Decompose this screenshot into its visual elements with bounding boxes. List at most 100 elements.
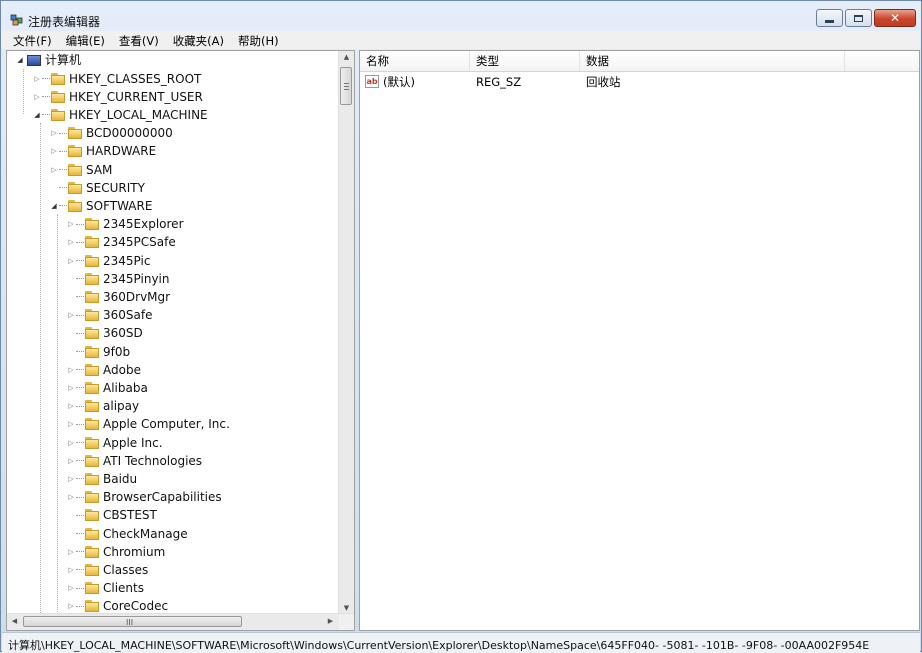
tree-item[interactable]: 2345Pinyin (66, 270, 170, 288)
tree-item[interactable]: ▷ Alibaba (66, 379, 148, 397)
tree-item[interactable]: ▷ 360Safe (66, 306, 152, 324)
collapse-icon[interactable]: ◢ (32, 106, 42, 124)
folder-icon (51, 108, 65, 121)
tree-item[interactable]: ▷ Clients (66, 579, 144, 597)
expand-icon[interactable]: ▷ (66, 488, 76, 506)
tree-item[interactable]: SECURITY (49, 179, 145, 197)
expand-icon[interactable]: ▷ (49, 142, 59, 160)
folder-icon (68, 145, 82, 158)
expand-icon[interactable]: ▷ (66, 597, 76, 614)
tree-connector (76, 605, 84, 607)
menu-view[interactable]: 查看(V) (117, 31, 165, 49)
expand-icon[interactable]: ▷ (66, 415, 76, 433)
tree-item-label: alipay (103, 399, 140, 414)
menu-help[interactable]: 帮助(H) (236, 31, 285, 49)
expand-icon[interactable]: ▷ (66, 215, 76, 233)
expand-icon[interactable]: ▷ (66, 361, 76, 379)
expand-icon[interactable]: ▷ (32, 88, 42, 106)
tree-item-computer[interactable]: ◢ 计算机 (15, 51, 81, 69)
tree-item[interactable]: CBSTEST (66, 506, 157, 524)
folder-icon (85, 509, 99, 522)
tree-horizontal-scrollbar[interactable]: ◀ III ▶ (7, 613, 354, 630)
tree-item[interactable]: ▷ Apple Computer, Inc. (66, 415, 230, 433)
menu-bar: 文件(F) 编辑(E) 查看(V) 收藏夹(A) 帮助(H) (2, 31, 920, 49)
folder-icon (85, 290, 99, 303)
key-tree[interactable]: ◢ 计算机 ▷ HKEY_CLASSES_ROOT ▷ HKEY_CURRENT_US… (7, 51, 342, 614)
tree-vertical-scrollbar[interactable]: ▲ ▼ (338, 51, 354, 614)
scroll-right-arrow-icon[interactable]: ▶ (323, 617, 338, 625)
expand-icon[interactable]: ▷ (49, 161, 59, 179)
tree-connector (76, 478, 84, 480)
tree-item[interactable]: ▷ CoreCodec (66, 597, 168, 614)
tree-item[interactable]: ◢ SOFTWARE (49, 197, 152, 215)
tree-item[interactable]: ▷ 2345PCSafe (66, 233, 175, 251)
tree-item[interactable]: ▷ HKEY_CLASSES_ROOT (32, 70, 201, 88)
expand-icon[interactable]: ▷ (66, 434, 76, 452)
vertical-scroll-thumb[interactable] (340, 67, 352, 105)
scroll-up-arrow-icon[interactable]: ▲ (339, 53, 354, 61)
folder-icon (51, 72, 65, 85)
tree-item-label: CoreCodec (103, 599, 169, 614)
expand-icon[interactable]: ▷ (66, 543, 76, 561)
menu-favorites[interactable]: 收藏夹(A) (171, 31, 230, 49)
collapse-icon[interactable]: ◢ (49, 197, 59, 215)
scroll-corner (339, 614, 354, 630)
tree-item[interactable]: ▷ Baidu (66, 470, 137, 488)
column-header-type[interactable]: 类型 (470, 51, 580, 71)
minimize-icon (825, 19, 834, 23)
scroll-down-arrow-icon[interactable]: ▼ (339, 604, 354, 612)
expand-icon[interactable]: ▷ (49, 124, 59, 142)
expand-icon[interactable]: ▷ (32, 70, 42, 88)
expand-icon[interactable]: ▷ (66, 561, 76, 579)
tree-item[interactable]: ▷ 2345Explorer (66, 215, 183, 233)
tree-item[interactable]: ▷ 2345Pic (66, 252, 150, 270)
tree-item-label: HKEY_CLASSES_ROOT (69, 71, 202, 86)
column-header-name[interactable]: 名称 (360, 51, 470, 71)
expand-icon[interactable]: ▷ (66, 379, 76, 397)
tree-item[interactable]: ▷ Chromium (66, 543, 165, 561)
column-header-data[interactable]: 数据 (580, 51, 845, 71)
minimize-button[interactable] (816, 9, 843, 27)
tree-item[interactable]: ▷ Adobe (66, 361, 141, 379)
scroll-left-arrow-icon[interactable]: ◀ (7, 617, 22, 625)
expand-icon[interactable]: ▷ (66, 397, 76, 415)
maximize-button[interactable] (845, 9, 872, 27)
tree-item-label: Alibaba (103, 380, 148, 395)
expand-icon[interactable]: ▷ (66, 233, 76, 251)
tree-item[interactable]: ▷ Apple Inc. (66, 434, 162, 452)
folder-icon (85, 327, 99, 340)
tree-item[interactable]: ▷ HKEY_CURRENT_USER (32, 88, 203, 106)
tree-connector (76, 241, 84, 243)
expand-icon[interactable]: ▷ (66, 470, 76, 488)
folder-icon (68, 199, 82, 212)
menu-file[interactable]: 文件(F) (2, 31, 58, 49)
tree-item[interactable]: ▷ ATI Technologies (66, 452, 202, 470)
menu-edit[interactable]: 编辑(E) (64, 31, 111, 49)
expand-icon[interactable]: ▷ (66, 452, 76, 470)
folder-icon (51, 90, 65, 103)
tree-item-label: CheckManage (103, 526, 188, 541)
tree-item[interactable]: 360SD (66, 324, 143, 342)
tree-item[interactable]: CheckManage (66, 525, 188, 543)
tree-item[interactable]: ▷ Classes (66, 561, 148, 579)
values-list-pane[interactable]: 名称 类型 数据 ab (默认) REG_SZ 回收站 (359, 50, 920, 631)
tree-item[interactable]: ▷ BCD00000000 (49, 124, 172, 142)
tree-item[interactable]: 360DrvMgr (66, 288, 170, 306)
expand-icon[interactable]: ▷ (66, 579, 76, 597)
expand-icon[interactable]: ▷ (66, 252, 76, 270)
key-tree-pane[interactable]: ◢ 计算机 ▷ HKEY_CLASSES_ROOT ▷ HKEY_CURRENT_US… (6, 50, 355, 631)
tree-item[interactable]: ▷ HARDWARE (49, 142, 156, 160)
tree-item[interactable]: ◢ HKEY_LOCAL_MACHINE (32, 106, 207, 124)
folder-icon (85, 563, 99, 576)
collapse-icon[interactable]: ◢ (15, 51, 25, 69)
tree-item[interactable]: 9f0b (66, 343, 130, 361)
tree-item[interactable]: ▷ alipay (66, 397, 139, 415)
close-button[interactable]: ✕ (874, 9, 916, 27)
horizontal-scroll-thumb[interactable]: III (23, 616, 242, 627)
title-bar[interactable]: 注册表编辑器 ✕ (1, 1, 921, 31)
tree-item[interactable]: ▷ SAM (49, 161, 112, 179)
tree-item[interactable]: ▷ BrowserCapabilities (66, 488, 221, 506)
expand-icon[interactable]: ▷ (66, 306, 76, 324)
tree-connector (76, 351, 84, 352)
table-row[interactable]: ab (默认) REG_SZ 回收站 (360, 73, 919, 91)
